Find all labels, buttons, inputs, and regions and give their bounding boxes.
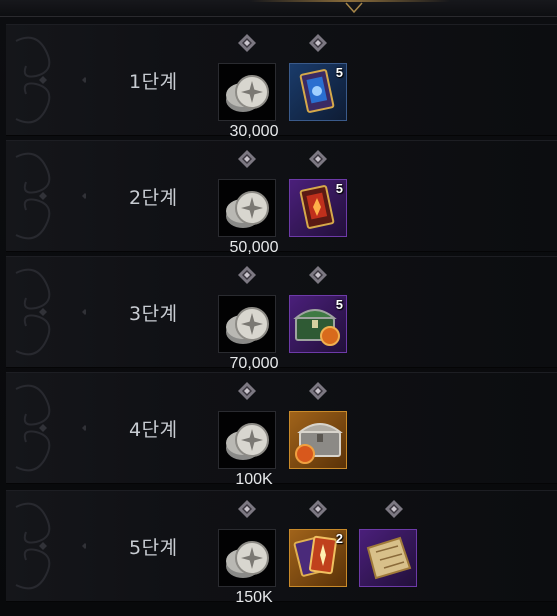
silver-coin-icon xyxy=(226,75,269,112)
reward-slot-silver[interactable] xyxy=(218,63,276,121)
reward-slot-item[interactable]: 2 xyxy=(289,529,347,587)
diamond-icon xyxy=(238,382,256,400)
tier-row-4: 4단계 100K xyxy=(6,372,557,488)
reward-amount: 100K xyxy=(235,471,273,488)
reward-slot-item[interactable] xyxy=(359,529,417,587)
diamond-icon xyxy=(309,266,327,284)
tier-row-5: 5단계 2 150K xyxy=(6,490,557,606)
reward-slot-item[interactable]: 5 xyxy=(289,295,347,353)
diamond-icon xyxy=(238,266,256,284)
item-quantity: 5 xyxy=(335,65,343,80)
scroll-ornament-icon xyxy=(15,36,86,124)
tier-row-1: 1단계 5 30,000 xyxy=(6,24,557,140)
reward-slot-item[interactable]: 5 xyxy=(289,63,347,121)
item-quantity: 5 xyxy=(335,181,343,196)
diamond-icon xyxy=(385,500,403,518)
scroll-ornament-icon xyxy=(15,268,86,356)
reward-amount: 70,000 xyxy=(229,355,279,372)
reward-slot-item[interactable]: 5 xyxy=(289,179,347,237)
reward-slot-silver[interactable] xyxy=(218,529,276,587)
reward-slot-silver[interactable] xyxy=(218,179,276,237)
diamond-icon xyxy=(238,150,256,168)
reward-amount: 30,000 xyxy=(229,123,279,140)
reward-slot-item[interactable] xyxy=(289,411,347,469)
reward-amount: 50,000 xyxy=(229,239,279,256)
diamond-icon xyxy=(238,34,256,52)
item-quantity: 5 xyxy=(335,297,343,312)
diamond-icon xyxy=(309,382,327,400)
tier-label: 1단계 xyxy=(129,70,178,93)
reward-slot-silver[interactable] xyxy=(218,411,276,469)
map-scroll-icon xyxy=(366,536,412,580)
reward-amount: 150K xyxy=(235,589,273,606)
silver-coin-icon xyxy=(226,423,269,460)
tier-label: 5단계 xyxy=(129,536,178,559)
scroll-ornament-icon xyxy=(15,502,86,590)
silver-coin-icon xyxy=(226,307,269,344)
tier-label: 3단계 xyxy=(129,302,178,325)
silver-treasure-chest-icon xyxy=(295,423,343,464)
diamond-icon xyxy=(309,500,327,518)
diamond-icon xyxy=(309,150,327,168)
diamond-icon xyxy=(309,34,327,52)
reward-tier-panel: 1단계 5 30,000 2단계 5 50,000 3단계 5 70,000 4… xyxy=(0,0,557,616)
silver-coin-icon xyxy=(226,541,269,578)
tier-row-3: 3단계 5 70,000 xyxy=(6,256,557,372)
tier-row-2: 2단계 5 50,000 xyxy=(6,140,557,256)
silver-coin-icon xyxy=(226,191,269,228)
diamond-icon xyxy=(238,500,256,518)
reward-slot-silver[interactable] xyxy=(218,295,276,353)
item-quantity: 2 xyxy=(335,531,343,546)
top-ornament xyxy=(0,0,557,17)
scroll-ornament-icon xyxy=(15,152,86,240)
tier-label: 4단계 xyxy=(129,418,178,441)
scroll-ornament-icon xyxy=(15,384,86,472)
gold-arrow-icon xyxy=(345,2,363,14)
tier-label: 2단계 xyxy=(129,186,178,209)
